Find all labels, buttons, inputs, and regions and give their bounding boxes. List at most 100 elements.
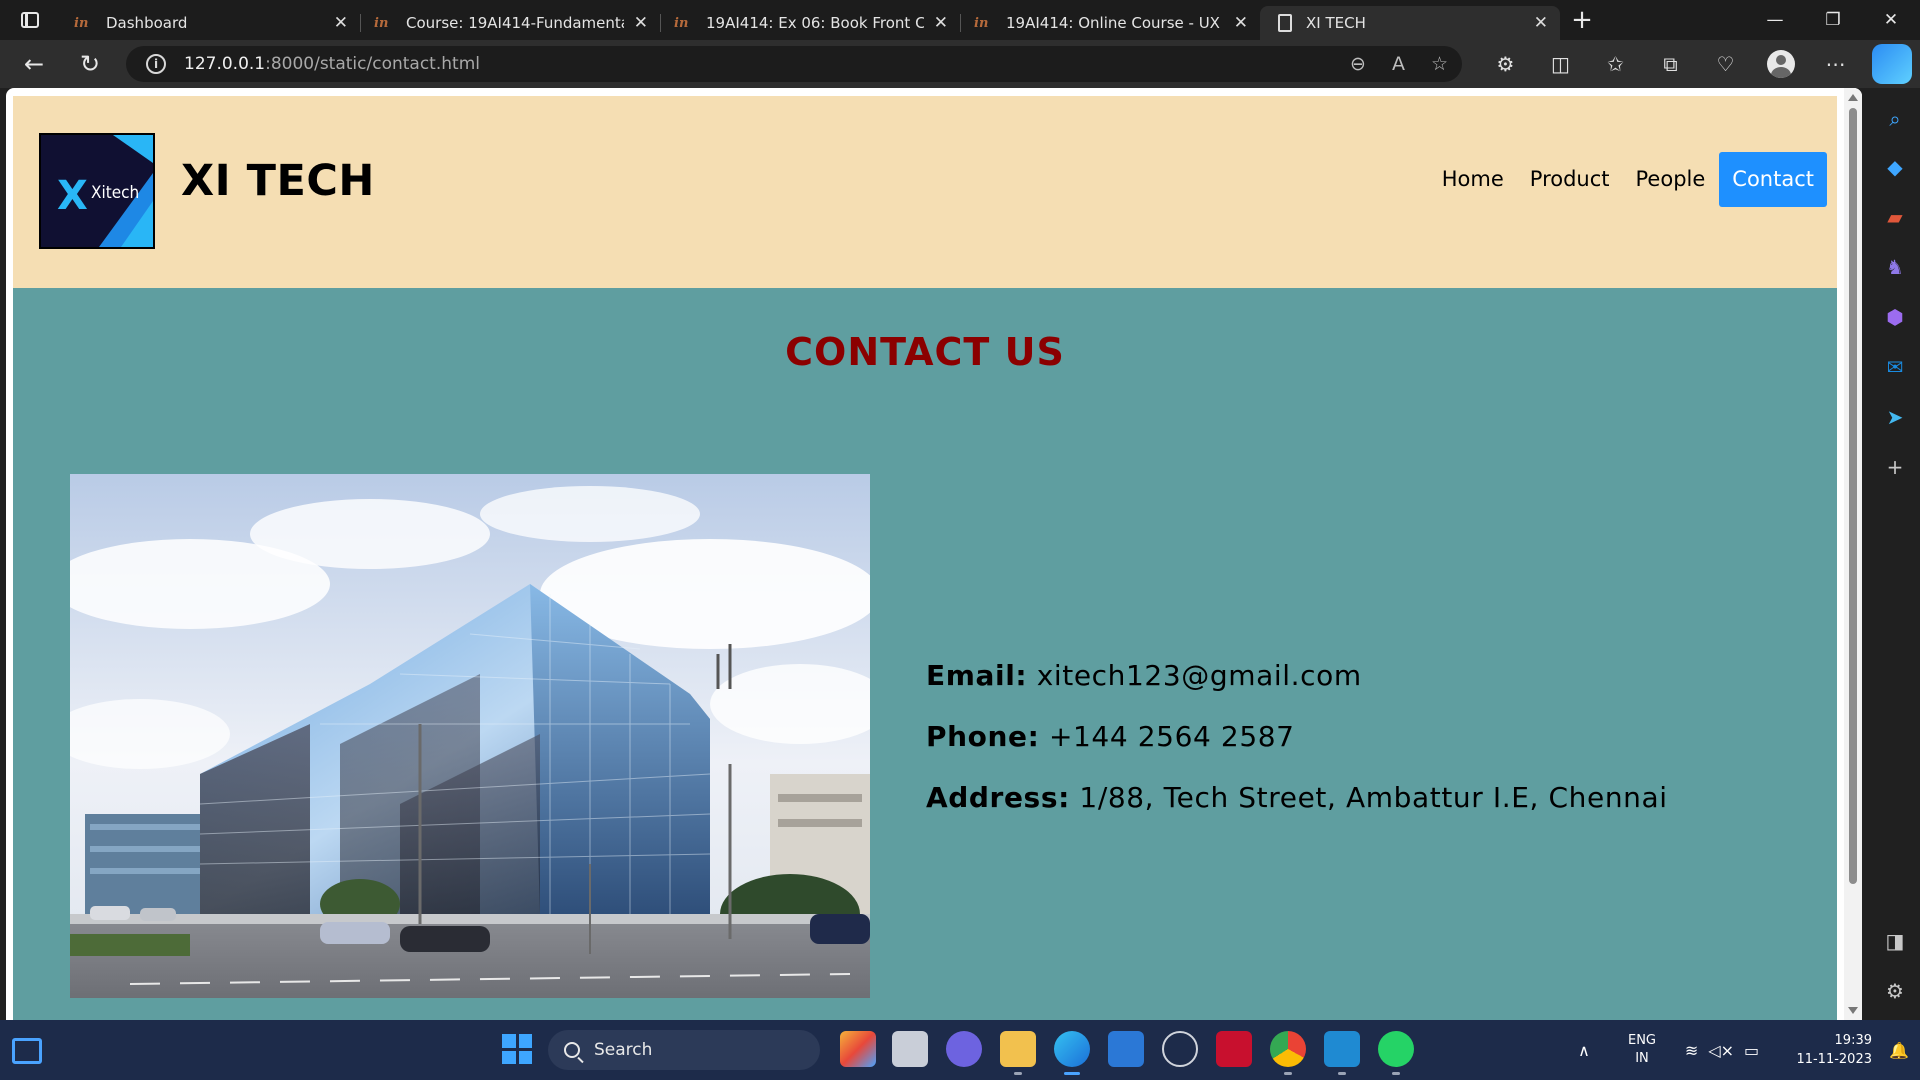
browser-tab[interactable]: in 19AI414: Ex 06: Book Front Cover ✕ xyxy=(660,6,960,40)
language-code: ENG xyxy=(1627,1033,1656,1048)
split-screen-icon[interactable]: ◫ xyxy=(1533,40,1588,88)
restore-icon[interactable]: ❐ xyxy=(1804,0,1862,40)
url-host: 127.0.0.1 xyxy=(184,54,266,74)
moodle-icon: in xyxy=(74,15,89,31)
file-explorer-icon[interactable] xyxy=(1000,1031,1036,1075)
microsoft-365-icon[interactable]: ⬢ xyxy=(1882,304,1908,330)
drop-icon[interactable]: ➤ xyxy=(1882,404,1908,430)
logo-shape xyxy=(113,135,153,163)
search-icon[interactable]: ⌕ xyxy=(1882,106,1908,132)
page-scrollbar[interactable] xyxy=(1844,88,1862,1020)
add-sidebar-app-icon[interactable]: + xyxy=(1882,454,1908,480)
read-aloud-icon[interactable]: A xyxy=(1392,53,1405,75)
close-tab-icon[interactable]: ✕ xyxy=(334,13,348,33)
clock-time: 19:39 xyxy=(1834,1033,1872,1048)
language-indicator[interactable]: ENG IN xyxy=(1612,1032,1672,1068)
vscode-icon[interactable] xyxy=(1324,1031,1360,1075)
edge-sidebar: ⌕ ◆ ▰ ♞ ⬢ ✉ ➤ + ◨ ⚙ xyxy=(1870,88,1920,1020)
close-tab-icon[interactable]: ✕ xyxy=(934,13,948,33)
notification-bell-icon[interactable]: 🔔 xyxy=(1884,1041,1914,1060)
scrollbar-thumb[interactable] xyxy=(1849,108,1857,884)
moodle-icon: in xyxy=(974,15,989,31)
browser-tab[interactable]: in 19AI414: Online Course - UX Des ✕ xyxy=(960,6,1260,40)
whatsapp-icon[interactable] xyxy=(1378,1031,1414,1075)
logo-word: Xitech xyxy=(91,183,140,203)
contact-page: X Xitech XI TECH Home Product People Con… xyxy=(13,96,1837,1020)
more-menu-icon[interactable]: ⋯ xyxy=(1808,40,1863,88)
browser-tab[interactable]: in Dashboard ✕ xyxy=(60,6,360,40)
mcafee-icon[interactable] xyxy=(1216,1031,1252,1067)
nav-product[interactable]: Product xyxy=(1517,152,1623,207)
favorites-icon[interactable]: ✩ xyxy=(1588,40,1643,88)
phone-label: Phone: xyxy=(926,720,1040,753)
windows-start-icon[interactable] xyxy=(502,1034,532,1064)
address-bar[interactable]: i 127.0.0.1:8000/static/contact.html ⊖ A… xyxy=(126,46,1462,82)
copilot-icon[interactable] xyxy=(1872,44,1912,84)
edge-browser-icon[interactable] xyxy=(1054,1031,1090,1075)
sidebar-settings-icon[interactable]: ⚙ xyxy=(1882,978,1908,1004)
clock[interactable]: 19:39 11-11-2023 xyxy=(1772,1031,1872,1069)
widgets-icon[interactable] xyxy=(12,1038,42,1064)
page-viewport: X Xitech XI TECH Home Product People Con… xyxy=(6,88,1862,1020)
tab-title: 19AI414: Online Course - UX Des xyxy=(1006,14,1224,32)
microsoft-store-icon[interactable] xyxy=(1108,1031,1144,1067)
hide-sidebar-icon[interactable]: ◨ xyxy=(1882,928,1908,954)
region-code: IN xyxy=(1635,1051,1649,1066)
nav-people[interactable]: People xyxy=(1623,152,1719,207)
browser-toolbar: ← ↻ i 127.0.0.1:8000/static/contact.html… xyxy=(0,40,1920,88)
browser-tab[interactable]: in Course: 19AI414-Fundamentals o ✕ xyxy=(360,6,660,40)
games-icon[interactable]: ♞ xyxy=(1882,254,1908,280)
contact-details: Email: xitech123@gmail.com Phone: +144 2… xyxy=(926,654,1668,837)
moodle-icon: in xyxy=(674,15,689,31)
email-line: Email: xitech123@gmail.com xyxy=(926,654,1668,715)
tab-title: 19AI414: Ex 06: Book Front Cover xyxy=(706,14,924,32)
site-info-icon[interactable]: i xyxy=(146,54,166,74)
search-icon xyxy=(564,1042,580,1058)
page-title: CONTACT US xyxy=(785,330,1065,374)
wifi-icon: ≋ xyxy=(1684,1040,1699,1060)
quick-settings[interactable]: ≋ ◁× ▭ xyxy=(1672,1041,1772,1060)
minimize-icon[interactable]: — xyxy=(1746,0,1804,40)
volume-muted-icon: ◁× xyxy=(1708,1040,1734,1060)
zoom-icon[interactable]: ⊖ xyxy=(1350,53,1366,75)
main-nav: Home Product People Contact xyxy=(1429,152,1827,207)
dell-icon[interactable] xyxy=(1162,1031,1198,1067)
address-label: Address: xyxy=(926,781,1070,814)
email-value: xitech123@gmail.com xyxy=(1036,659,1362,692)
copilot-preview-icon[interactable] xyxy=(840,1031,876,1067)
system-tray: ∧ ENG IN ≋ ◁× ▭ 19:39 11-11-2023 🔔 xyxy=(1564,1020,1920,1080)
office-building-image xyxy=(70,474,870,998)
close-tab-icon[interactable]: ✕ xyxy=(634,13,648,33)
tools-icon[interactable]: ▰ xyxy=(1882,204,1908,230)
xitech-logo[interactable]: X Xitech xyxy=(39,133,155,249)
browser-tab-active[interactable]: XI TECH ✕ xyxy=(1260,6,1560,40)
tab-title: XI TECH xyxy=(1306,14,1366,32)
window-controls: — ❐ ✕ xyxy=(1746,0,1920,40)
shopping-tag-icon[interactable]: ◆ xyxy=(1882,154,1908,180)
back-icon[interactable]: ← xyxy=(6,40,62,88)
close-tab-icon[interactable]: ✕ xyxy=(1534,13,1548,33)
close-window-icon[interactable]: ✕ xyxy=(1862,0,1920,40)
profile-avatar[interactable] xyxy=(1753,40,1808,88)
tab-actions-button[interactable] xyxy=(0,0,60,40)
refresh-icon[interactable]: ↻ xyxy=(62,40,118,88)
collections-icon[interactable]: ⧉ xyxy=(1643,40,1698,88)
browser-essentials-icon[interactable]: ♡ xyxy=(1698,40,1753,88)
outlook-icon[interactable]: ✉ xyxy=(1882,354,1908,380)
favorite-star-icon[interactable]: ☆ xyxy=(1431,53,1448,75)
scroll-up-icon[interactable] xyxy=(1848,94,1858,101)
clock-date: 11-11-2023 xyxy=(1796,1052,1872,1067)
extensions-icon[interactable]: ⚙ xyxy=(1478,40,1533,88)
new-tab-button[interactable]: + xyxy=(1560,0,1604,40)
close-tab-icon[interactable]: ✕ xyxy=(1234,13,1248,33)
nav-contact[interactable]: Contact xyxy=(1719,152,1827,207)
chrome-icon[interactable] xyxy=(1270,1031,1306,1075)
scroll-down-icon[interactable] xyxy=(1848,1007,1858,1014)
teams-chat-icon[interactable] xyxy=(946,1031,982,1067)
document-icon xyxy=(1278,14,1292,32)
task-view-icon[interactable] xyxy=(892,1031,928,1067)
nav-home[interactable]: Home xyxy=(1429,152,1517,207)
phone-line: Phone: +144 2564 2587 xyxy=(926,715,1668,776)
show-hidden-icons-icon[interactable]: ∧ xyxy=(1564,1041,1604,1060)
taskbar-search[interactable]: Search xyxy=(548,1030,820,1070)
